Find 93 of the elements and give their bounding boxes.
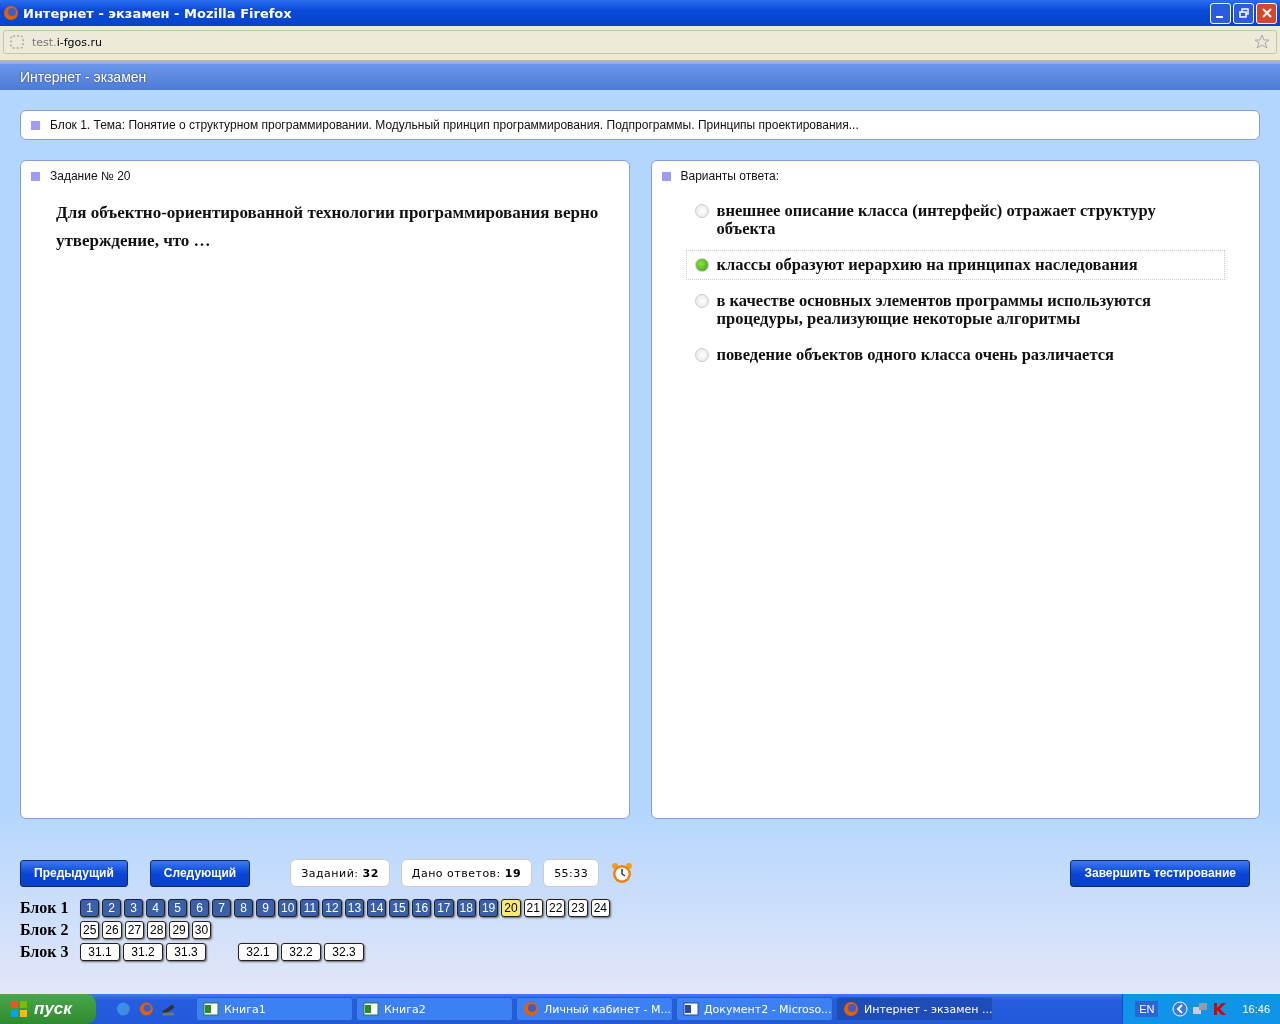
- question-number-button[interactable]: 30: [191, 921, 212, 939]
- browser-icon[interactable]: [116, 1001, 131, 1017]
- question-heading: Задание № 20: [50, 169, 131, 183]
- start-button[interactable]: пуск: [0, 994, 96, 1024]
- radio-button[interactable]: [694, 294, 709, 308]
- close-icon: [1261, 8, 1272, 18]
- bullet-icon: [31, 120, 40, 130]
- chevron-icon[interactable]: [1172, 1001, 1189, 1017]
- spreadsheet-icon: [363, 1001, 379, 1017]
- question-number-button[interactable]: 6: [190, 899, 209, 917]
- nav-button[interactable]: Следующий: [149, 859, 251, 887]
- question-number-button[interactable]: 11: [300, 899, 320, 917]
- document-icon: [683, 1001, 699, 1017]
- taskbar-button[interactable]: Документ2 - Microso...: [676, 997, 833, 1021]
- answer-option[interactable]: в качестве основных элементов программы используются процедуры, реализующие некоторые алгоритмы: [685, 286, 1225, 334]
- stat-box: Заданий: 32: [290, 859, 390, 887]
- question-number-button[interactable]: 14: [367, 899, 387, 917]
- question-number-button[interactable]: 27: [124, 921, 145, 939]
- answer-option[interactable]: классы образуют иерархию на принципах наследования: [685, 250, 1225, 280]
- question-number-button[interactable]: 18: [456, 899, 476, 917]
- alarm-clock-icon: [610, 861, 635, 885]
- bullet-icon: [31, 171, 40, 181]
- firefox-icon: [843, 1001, 859, 1017]
- question-number-button[interactable]: 17: [434, 899, 454, 917]
- question-number-button[interactable]: 31.1: [80, 943, 120, 961]
- radio-button[interactable]: [694, 204, 709, 218]
- url-text: test.i-fgos.ru: [32, 35, 102, 49]
- window-title: Интернет - экзамен - Mozilla Firefox: [23, 5, 292, 21]
- nav-button[interactable]: Предыдущий: [20, 859, 128, 887]
- minimize-button[interactable]: [1210, 2, 1231, 24]
- firefox-icon: [3, 5, 19, 21]
- question-number-button[interactable]: 31.3: [166, 943, 206, 961]
- restore-button[interactable]: [1233, 2, 1254, 24]
- question-number-button[interactable]: 15: [389, 899, 409, 917]
- answer-option[interactable]: поведение объектов одного класса очень различается: [685, 340, 1225, 370]
- question-number-button[interactable]: 31.2: [123, 943, 163, 961]
- question-number-button[interactable]: 4: [146, 899, 165, 917]
- finish-button[interactable]: Завершить тестирование: [1070, 859, 1250, 887]
- question-number-button[interactable]: 7: [212, 899, 231, 917]
- question-number-button[interactable]: 25: [80, 921, 100, 939]
- language-indicator[interactable]: EN: [1135, 1001, 1159, 1017]
- stat-box: 55:33: [543, 859, 600, 887]
- question-number-button[interactable]: 13: [344, 899, 365, 917]
- antivirus-icon[interactable]: [1212, 1001, 1229, 1017]
- firefox-icon[interactable]: [138, 1001, 154, 1017]
- bullet-icon: [661, 171, 671, 181]
- question-number-button[interactable]: 16: [411, 899, 432, 917]
- question-number-button[interactable]: 12: [322, 899, 342, 917]
- question-number-button[interactable]: 22: [545, 899, 566, 917]
- answer-option[interactable]: внешнее описание класса (интерфейс) отражает структуру объекта: [685, 196, 1225, 244]
- block-label: Блок 1: [20, 899, 70, 917]
- question-number-button[interactable]: 20: [501, 899, 521, 917]
- clock: 16:46: [1242, 1003, 1270, 1015]
- radio-button[interactable]: [694, 258, 709, 272]
- stat-box: Дано ответов: 19: [400, 859, 533, 887]
- taskbar-button[interactable]: Интернет - экзамен ...: [836, 997, 993, 1021]
- question-number-button[interactable]: 26: [102, 921, 122, 939]
- question-number-button[interactable]: 10: [278, 899, 298, 917]
- block-label: Блок 2: [20, 921, 70, 939]
- question-number-button[interactable]: 19: [478, 899, 499, 917]
- taskbar-button[interactable]: Личный кабинет - М...: [516, 997, 673, 1021]
- question-number-button[interactable]: 9: [256, 899, 275, 917]
- question-number-button[interactable]: 24: [590, 899, 611, 917]
- taskbar-button[interactable]: Книга1: [196, 997, 353, 1021]
- question-number-button[interactable]: 8: [234, 899, 253, 917]
- firefox-icon: [523, 1001, 539, 1017]
- spreadsheet-icon: [203, 1001, 219, 1017]
- address-field[interactable]: test.i-fgos.ru: [3, 30, 1277, 54]
- star-icon[interactable]: [1254, 34, 1270, 50]
- question-number-button[interactable]: 2: [102, 899, 121, 917]
- question-number-button[interactable]: 29: [169, 921, 189, 939]
- question-number-button[interactable]: 1: [80, 899, 99, 917]
- question-number-button[interactable]: 32.2: [281, 943, 321, 961]
- question-number-button[interactable]: 32.3: [324, 943, 364, 961]
- block-label: Блок 3: [20, 943, 70, 961]
- radio-button[interactable]: [694, 348, 709, 362]
- network-icon[interactable]: [1192, 1001, 1209, 1017]
- close-button[interactable]: [1256, 2, 1277, 24]
- question-number-button[interactable]: 21: [523, 899, 543, 917]
- question-number-button[interactable]: 28: [147, 921, 167, 939]
- page-title: Интернет - экзамен: [20, 69, 147, 85]
- restore-icon: [1238, 8, 1249, 18]
- question-number-button[interactable]: 5: [168, 899, 187, 917]
- minimize-icon: [1215, 16, 1223, 18]
- question-number-button[interactable]: 23: [568, 899, 588, 917]
- question-number-button[interactable]: 32.1: [238, 943, 278, 961]
- answers-heading: Варианты ответа:: [680, 169, 780, 183]
- page-icon: [10, 35, 24, 49]
- question-text: Для объектно-ориентированной технологии программирования верно утверждение, что …: [56, 202, 599, 252]
- windows-logo-icon: [10, 1000, 28, 1018]
- topic-text: Блок 1. Тема: Понятие о структурном программировании. Модульный принцип программирования. Подпрограммы. Принципы проектирования...: [50, 118, 859, 132]
- taskbar-button[interactable]: Книга2: [356, 997, 513, 1021]
- question-number-button[interactable]: 3: [124, 899, 143, 917]
